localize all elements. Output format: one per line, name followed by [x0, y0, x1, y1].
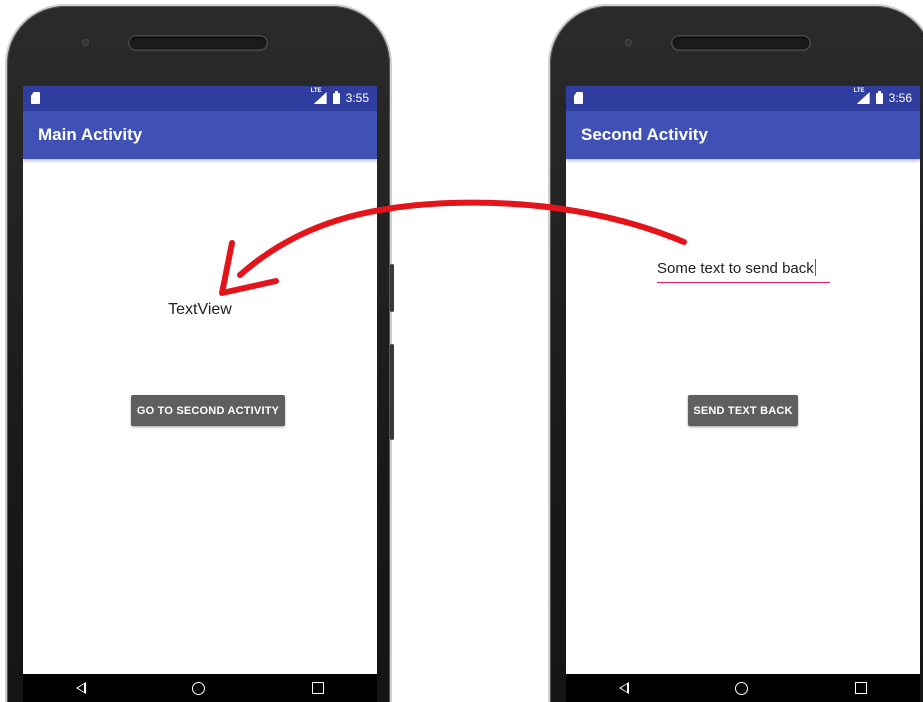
app-bar-title: Main Activity — [23, 111, 377, 159]
app-bar-title: Second Activity — [566, 111, 920, 159]
annotation-arrow — [219, 199, 687, 296]
arrow-curve — [237, 199, 687, 278]
stage: LTE 3:55 Main Activity TextView GO TO SE… — [0, 0, 923, 702]
